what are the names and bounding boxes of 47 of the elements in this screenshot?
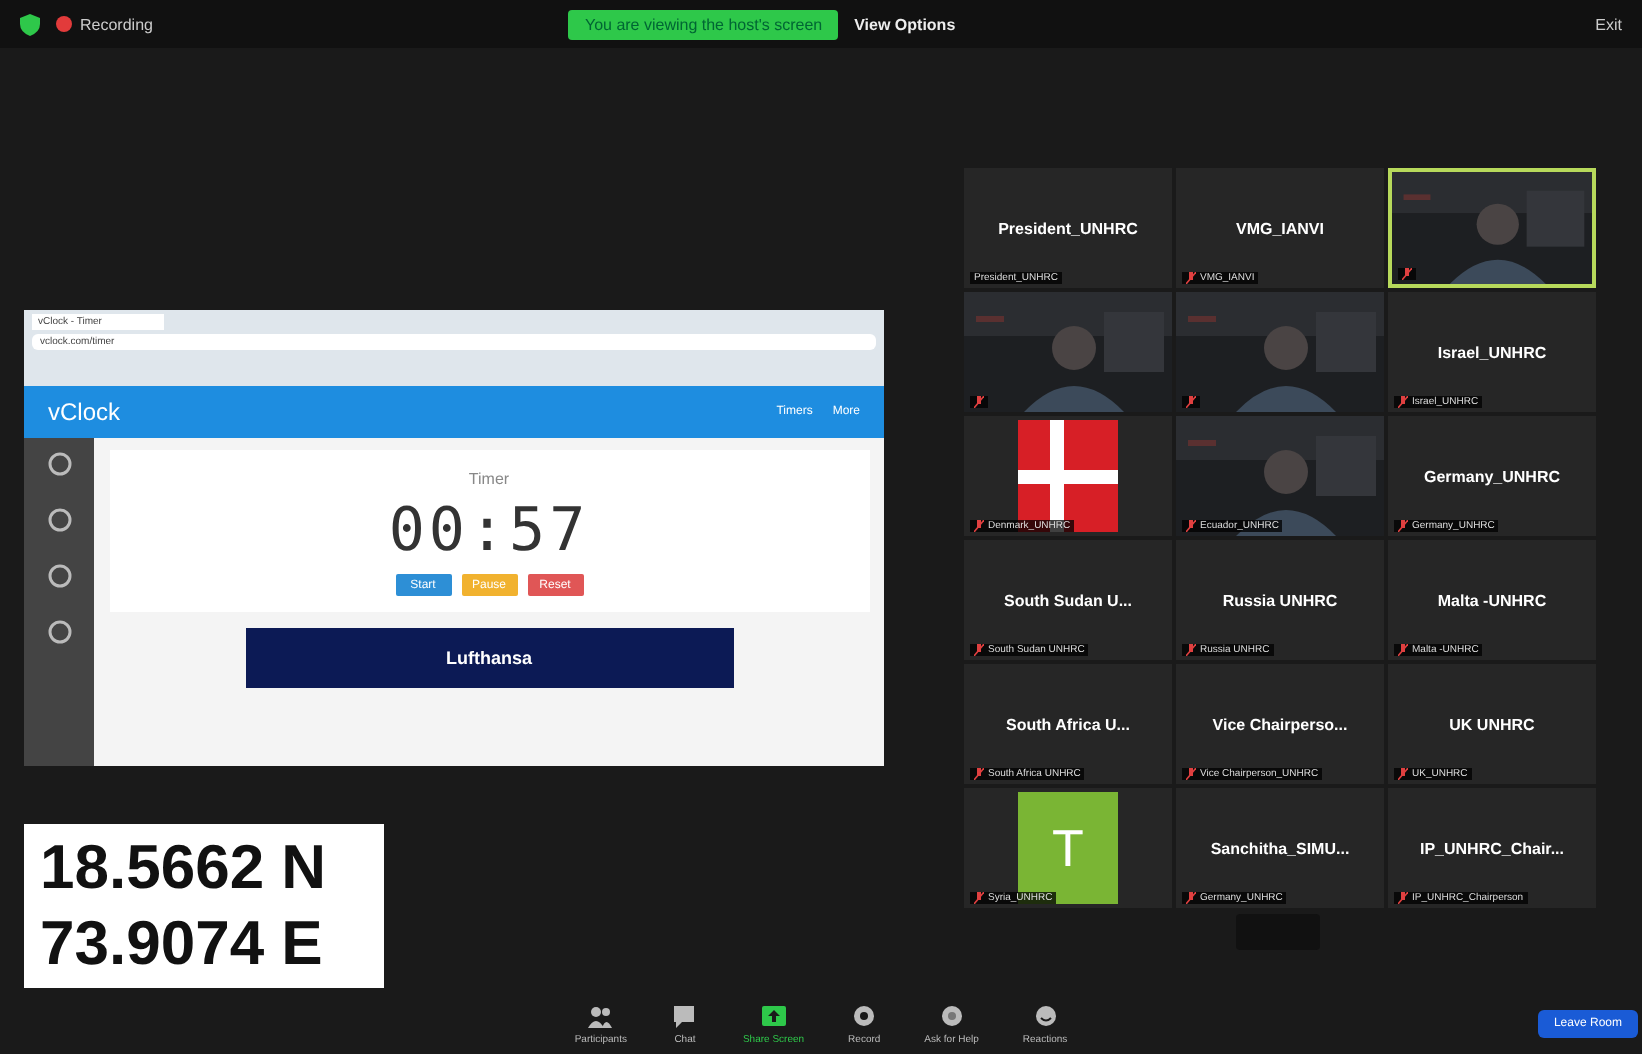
ad-banner[interactable]: Lufthansa <box>245 628 733 688</box>
muted-mic-icon <box>974 768 984 780</box>
muted-mic-icon <box>1398 768 1408 780</box>
muted-mic-icon <box>974 892 984 904</box>
participant-name: South Sudan U... <box>1004 591 1132 609</box>
muted-mic-icon <box>1186 272 1196 284</box>
muted-mic-icon <box>1398 892 1408 904</box>
shield-icon <box>20 13 40 35</box>
exit-button[interactable]: Exit <box>1595 15 1622 33</box>
muted-mic-icon <box>1398 396 1408 408</box>
timer-display: 00:57 <box>388 496 590 566</box>
participant-name: President_UNHRC <box>998 219 1138 237</box>
chat-icon <box>670 1004 699 1028</box>
site-logo: vClock <box>48 398 121 426</box>
participant-name: IP_UNHRC_Chair... <box>1419 839 1565 857</box>
share-screen-icon <box>759 1004 788 1028</box>
participant-name: Germany_UNHRC <box>1423 467 1561 485</box>
muted-mic-icon <box>1398 644 1408 656</box>
coordinate-text: 73.9074 E <box>40 906 325 982</box>
muted-mic-icon <box>1186 520 1196 532</box>
participant-name: Vice Chairperso... <box>1212 715 1348 733</box>
muted-mic-icon <box>1186 768 1196 780</box>
muted-mic-icon <box>974 644 984 656</box>
muted-mic-icon <box>1186 644 1196 656</box>
muted-mic-icon <box>1398 520 1408 532</box>
participant-name: Israel_UNHRC <box>1437 343 1547 361</box>
muted-mic-icon <box>1186 396 1196 408</box>
screen-share-banner: You are viewing the host's screen <box>568 9 839 39</box>
timer-title: Timer <box>468 470 510 488</box>
participant-name: Sanchitha_SIMU... <box>1210 839 1350 857</box>
participant-name: Russia UNHRC <box>1222 591 1338 609</box>
record-icon <box>850 1004 879 1028</box>
participant-name: Malta -UNHRC <box>1437 591 1547 609</box>
muted-mic-icon <box>974 396 984 408</box>
coordinate-text: 18.5662 N <box>40 830 329 906</box>
participant-name: VMG_IANVI <box>1235 219 1324 237</box>
recording-label: Recording <box>80 15 153 33</box>
participant-name: South Africa U... <box>1006 715 1130 733</box>
participant-name: UK UNHRC <box>1449 715 1535 733</box>
help-icon <box>937 1004 966 1028</box>
people-icon <box>586 1004 615 1028</box>
muted-mic-icon <box>1186 892 1196 904</box>
smiley-icon <box>1031 1004 1060 1028</box>
muted-mic-icon <box>1402 268 1412 280</box>
record-icon <box>56 16 72 32</box>
view-options-button[interactable]: View Options <box>854 15 956 33</box>
muted-mic-icon <box>974 520 984 532</box>
